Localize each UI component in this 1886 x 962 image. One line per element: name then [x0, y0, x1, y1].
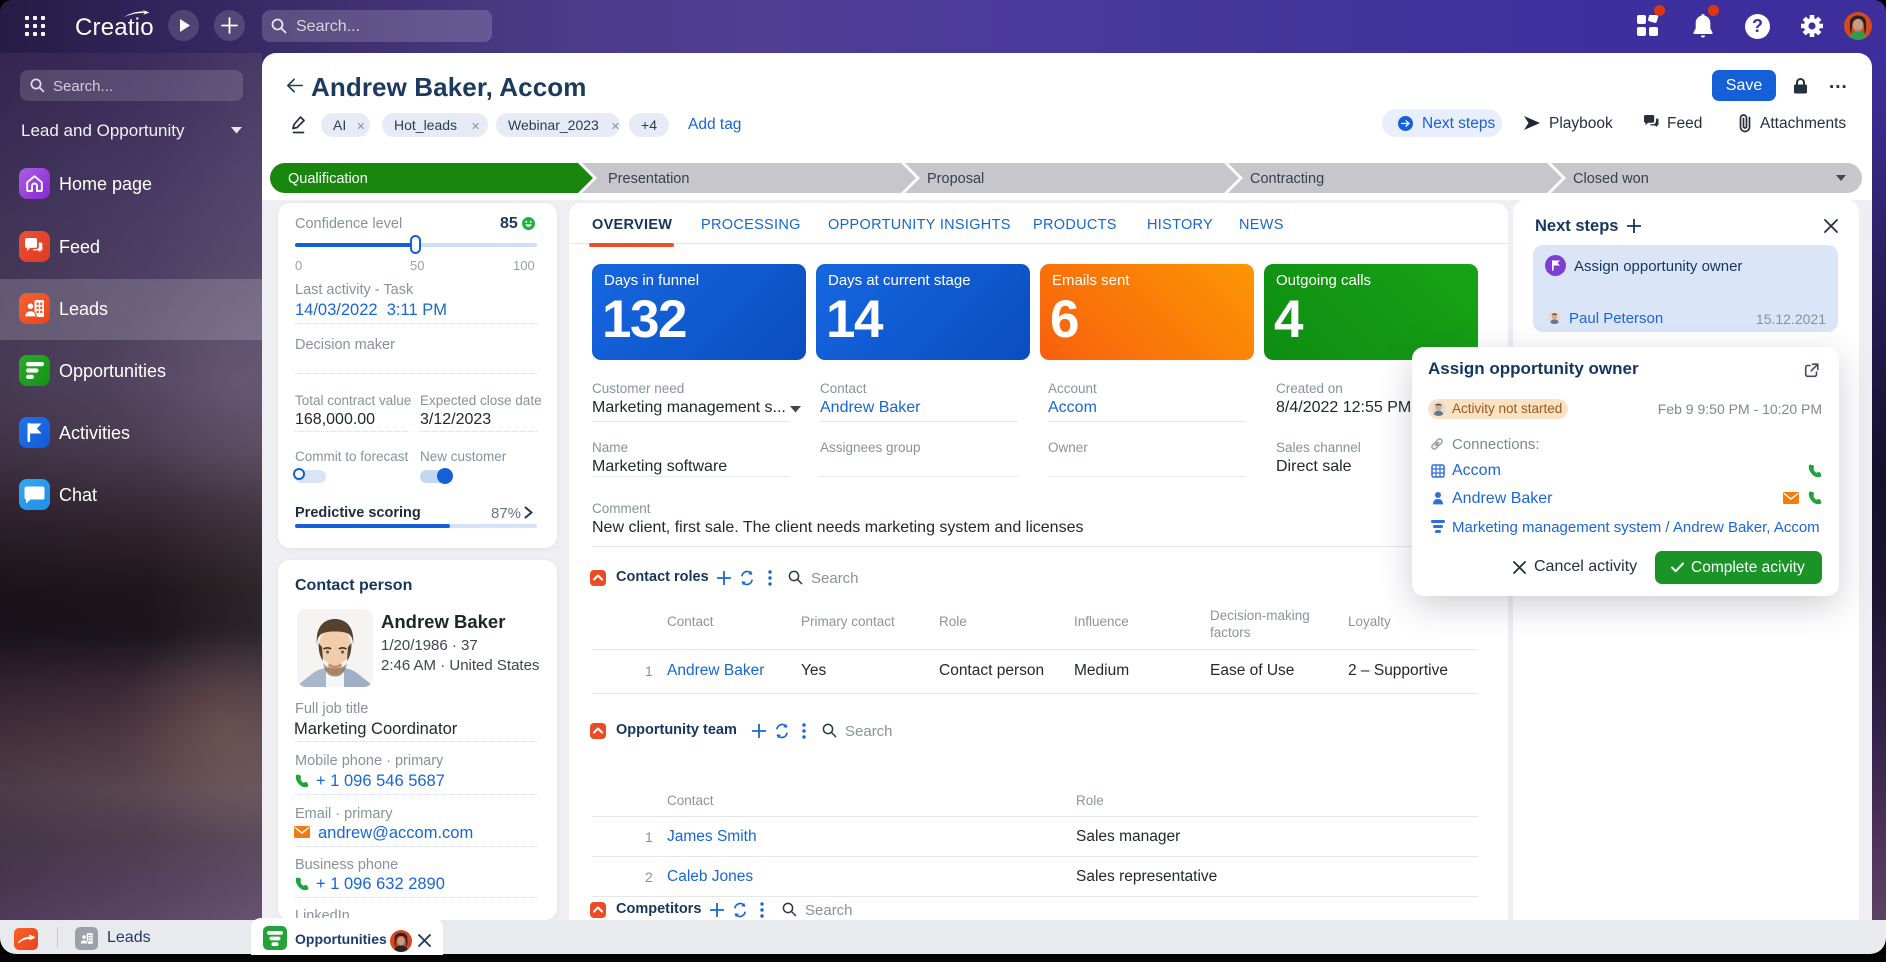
svg-text:Closed won: Closed won: [1573, 171, 1649, 187]
svg-text:Qualification: Qualification: [288, 171, 368, 187]
svg-text:Presentation: Presentation: [608, 171, 689, 187]
svg-text:Contracting: Contracting: [1250, 171, 1324, 187]
svg-text:Proposal: Proposal: [927, 171, 984, 187]
